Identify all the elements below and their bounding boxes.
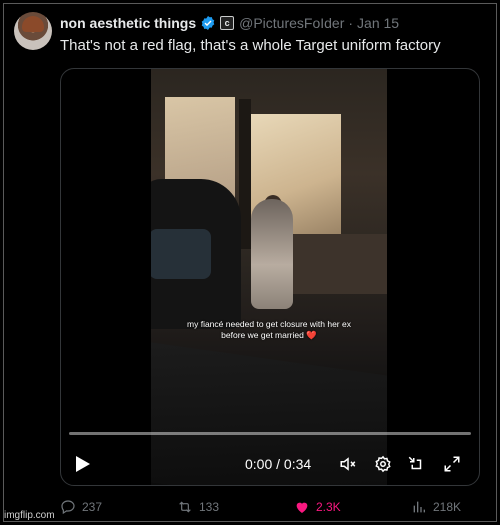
caption-line-2: before we get married ❤️ [221,330,317,340]
retweet-button[interactable]: 133 [177,499,219,515]
views-count: 218K [433,500,462,514]
parked-car [151,179,241,329]
tweet-text: That's not a red flag, that's a whole Ta… [60,37,441,54]
tweet-actions: 237 133 2.3K 218K [0,496,500,520]
verified-badge-icon [201,16,215,30]
time-display: 0:00 / 0:34 [245,456,312,472]
avatar[interactable] [14,12,52,50]
retweet-count: 133 [199,500,220,514]
video-controls: 0:00 / 0:34 [61,445,479,481]
volume-icon[interactable] [339,455,357,473]
affiliate-label-icon[interactable]: c [220,16,235,30]
video-frame[interactable] [151,69,387,485]
like-icon [296,502,308,513]
retweet-icon [179,501,191,513]
like-button[interactable]: 2.3K [294,499,341,515]
video-caption: my fiancé needed to get closure with her… [151,319,387,341]
views-icon [413,501,425,513]
couple-figure [251,199,293,309]
display-name[interactable]: non aesthetic things [60,15,196,31]
handle[interactable]: @PicturesFoIder [239,15,344,31]
fullscreen-icon[interactable] [443,455,461,473]
heart-emoji: ❤️ [306,330,317,340]
tweet-date[interactable]: Jan 15 [357,15,399,31]
play-icon[interactable] [75,455,91,473]
reply-button[interactable]: 237 [60,499,102,515]
minimize-icon[interactable] [407,455,425,473]
tweet-header: non aesthetic things c @PicturesFoIder ·… [60,13,399,33]
views-button[interactable]: 218K [411,499,461,515]
progress-bar[interactable] [69,432,471,435]
imgflip-watermark: imgflip.com [4,510,55,521]
caption-line-1: my fiancé needed to get closure with her… [187,319,351,329]
like-count: 2.3K [316,500,341,514]
separator-dot: · [348,15,354,31]
settings-icon[interactable] [374,455,392,473]
fence [291,234,387,294]
video-player[interactable]: my fiancé needed to get closure with her… [60,68,480,486]
reply-count: 237 [82,500,103,514]
reply-icon [61,500,75,515]
